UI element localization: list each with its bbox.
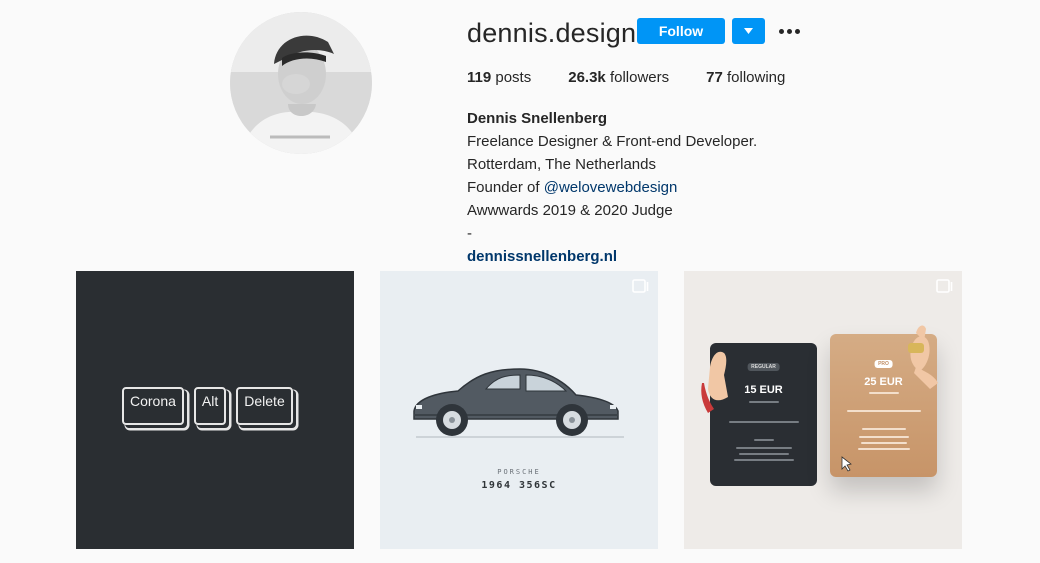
bio-line: Awwwards 2019 & 2020 Judge [467,202,673,219]
followers-stat[interactable]: 26.3k followers [568,69,669,86]
car-brand-label: PORSCHE [497,468,541,476]
keyboard-key: Corona [122,387,184,425]
bio-line: - [467,225,472,242]
car-illustration [413,368,624,438]
post-thumbnail[interactable]: Corona Alt Delete [76,271,354,549]
car-model-label: 1964 356SC [481,480,557,491]
founder-prefix: Founder of [467,179,544,196]
more-dots-icon [794,28,800,34]
profile-bio: Dennis Snellenberg Freelance Designer & … [467,107,757,268]
bio-line: Rotterdam, The Netherlands [467,156,656,173]
post-thumbnail[interactable]: REGULAR 15 EUR PRO 25 EUR [684,271,962,549]
followers-count: 26.3k [568,69,606,86]
following-count: 77 [706,69,723,86]
following-label: following [727,69,786,86]
profile-full-name: Dennis Snellenberg [467,110,608,127]
posts-stat: 119 posts [467,69,531,86]
bio-line: Founder of @welovewebdesign [467,176,757,199]
posts-label: posts [495,69,532,86]
hand-illustration [701,325,938,472]
profile-avatar[interactable] [230,12,372,154]
more-dots-icon [778,28,784,34]
following-stat[interactable]: 77 following [706,69,785,86]
website-link[interactable]: dennissnellenberg.nl [467,245,757,268]
more-options-button[interactable] [775,18,803,44]
posts-count: 119 [467,69,492,86]
followers-label: followers [609,69,670,86]
keyboard-key: Alt [193,387,227,425]
mention-link[interactable]: @welovewebdesign [544,179,678,196]
more-dots-icon [786,28,792,34]
follow-button[interactable]: Follow [637,18,725,44]
keyboard-key: Delete [236,387,293,425]
profile-username: dennis.design [467,18,637,48]
caret-down-icon [744,28,753,34]
profile-stats: 119 posts 26.3k followers 77 following [467,69,822,86]
suggested-accounts-dropdown-button[interactable] [732,18,765,44]
bio-line: Freelance Designer & Front-end Developer… [467,133,758,150]
post-thumbnail[interactable]: PORSCHE 1964 356SC [380,271,658,549]
keyboard-keys-graphic: Corona Alt Delete [122,387,293,425]
